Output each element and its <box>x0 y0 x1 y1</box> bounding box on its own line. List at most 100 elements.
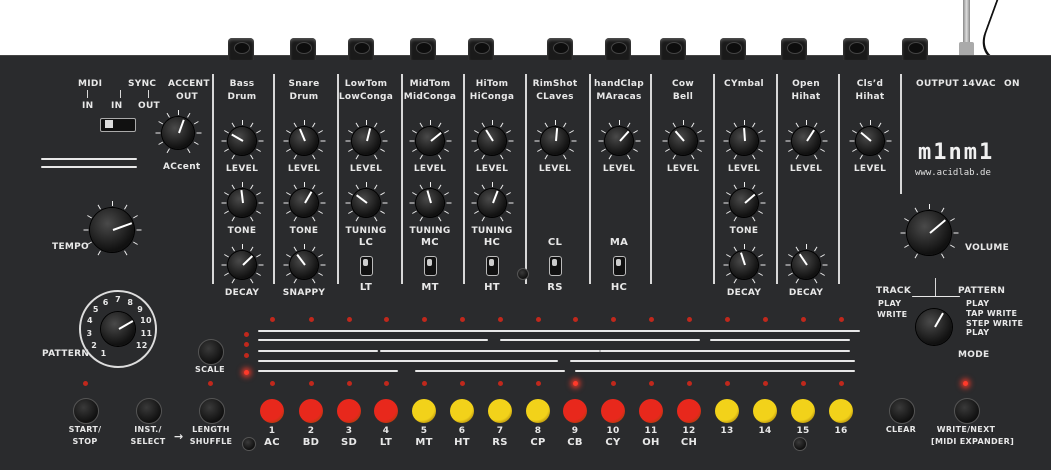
step-led-top <box>763 317 768 322</box>
knob-tick <box>744 120 745 125</box>
channel-name: Cls’d <box>856 79 884 89</box>
knob-tick <box>221 264 227 266</box>
inst-select-button[interactable] <box>136 398 162 424</box>
channel-knob-tuning[interactable] <box>345 182 388 222</box>
channel-knob-tone[interactable] <box>723 182 766 222</box>
channel-knob-level[interactable] <box>598 120 641 160</box>
knob-tick <box>382 202 388 204</box>
step-button-15[interactable] <box>791 399 815 423</box>
knob-label: LEVEL <box>727 164 761 174</box>
channel-knob-decay[interactable] <box>221 244 264 284</box>
channel-knob-level[interactable] <box>723 120 766 160</box>
sequencer-bar <box>500 339 700 341</box>
channel-knob-level[interactable] <box>471 120 514 160</box>
sequencer-bar <box>380 350 600 352</box>
instrument-switch[interactable] <box>424 256 437 276</box>
step-instrument: CB <box>567 437 583 448</box>
step-button-13[interactable] <box>715 399 739 423</box>
sequencer-bar <box>575 370 855 372</box>
switch-bottom-label: LT <box>359 282 373 293</box>
channel-knob-level[interactable] <box>662 120 705 160</box>
channel-knob-level[interactable] <box>283 120 326 160</box>
knob-tick <box>822 140 828 142</box>
knob-tick <box>304 182 305 187</box>
start-stop-button-label: START/ STOP <box>68 425 102 446</box>
knob-tick <box>242 244 243 249</box>
sync-in-label: IN <box>111 101 123 111</box>
channel-divider <box>650 74 652 284</box>
instrument-switch[interactable] <box>486 256 499 276</box>
knob-tick <box>571 140 577 142</box>
step-button-2[interactable] <box>299 399 323 423</box>
channel-name: Open <box>792 79 820 89</box>
step-button-9[interactable] <box>563 399 587 423</box>
channel-knob-level[interactable] <box>409 120 452 160</box>
step-number: 10 <box>606 426 620 436</box>
instrument-switch[interactable] <box>613 256 626 276</box>
step-button-14[interactable] <box>753 399 777 423</box>
sync-switch[interactable] <box>100 118 136 132</box>
knob-tick <box>304 244 305 249</box>
channel-knob-level[interactable] <box>345 120 388 160</box>
instrument-switch[interactable] <box>549 256 562 276</box>
channel-name: MidTom <box>409 79 451 89</box>
midi-bracket <box>87 90 88 98</box>
channel-knob-tuning[interactable] <box>471 182 514 222</box>
step-button-7[interactable] <box>488 399 512 423</box>
step-button-8[interactable] <box>526 399 550 423</box>
pattern-label: PATTERN <box>42 349 90 359</box>
channel-knob-tone[interactable] <box>283 182 326 222</box>
step-button-5[interactable] <box>412 399 436 423</box>
volume-knob[interactable] <box>900 204 959 259</box>
knob-pointer <box>118 320 134 330</box>
channel-knob-snappy[interactable] <box>283 244 326 284</box>
channel-knob-level[interactable] <box>849 120 892 160</box>
pattern-dial-knob[interactable] <box>101 312 135 346</box>
knob-pointer <box>426 190 432 204</box>
channel-knob-decay[interactable] <box>785 244 828 284</box>
step-button-4[interactable] <box>374 399 398 423</box>
mode-label: MODE <box>958 350 990 360</box>
channel-knob-level[interactable] <box>221 120 264 160</box>
brand-url: www.acidlab.de <box>915 168 991 178</box>
channel-knob-level[interactable] <box>785 120 828 160</box>
sequencer-bar <box>258 339 488 341</box>
knob-tick <box>446 140 452 142</box>
step-button-3[interactable] <box>337 399 361 423</box>
channel-name: handClap <box>594 79 644 89</box>
step-button-1[interactable] <box>260 399 284 423</box>
knob-pointer <box>744 193 756 204</box>
step-instrument: CY <box>605 437 621 448</box>
step-number: 14 <box>758 426 772 436</box>
accent-knob[interactable] <box>155 110 202 154</box>
instrument-switch[interactable] <box>360 256 373 276</box>
sequencer-bar <box>258 350 378 352</box>
channel-name: Bass <box>229 79 255 89</box>
channel-knob-level[interactable] <box>534 120 577 160</box>
channel-knob-tuning[interactable] <box>409 182 452 222</box>
knob-tick <box>471 202 477 204</box>
write-next-button[interactable] <box>954 398 980 424</box>
clear-button-label: CLEAR <box>885 425 917 434</box>
scale-button[interactable] <box>198 339 224 365</box>
step-button-10[interactable] <box>601 399 625 423</box>
length-shuffle-button[interactable] <box>199 398 225 424</box>
step-button-6[interactable] <box>450 399 474 423</box>
step-button-11[interactable] <box>639 399 663 423</box>
channel-knob-tone[interactable] <box>221 182 264 222</box>
start-stop-button[interactable] <box>73 398 99 424</box>
channel-knob-decay[interactable] <box>723 244 766 284</box>
step-led <box>347 381 352 386</box>
knob-tick <box>430 120 431 125</box>
pattern-dial[interactable]: 1 2 3 4 5 6 7 8 9 10 11 12 <box>79 290 157 368</box>
mode-knob[interactable] <box>916 309 952 345</box>
knob-tick <box>430 182 431 187</box>
step-button-16[interactable] <box>829 399 853 423</box>
accent-knob-label: ACcent <box>163 162 201 172</box>
tempo-knob[interactable] <box>83 201 142 256</box>
step-button-12[interactable] <box>677 399 701 423</box>
clear-button[interactable] <box>889 398 915 424</box>
step-led-top <box>384 317 389 322</box>
sync-label: SYNC <box>128 79 157 89</box>
volume-label: VOLUME <box>965 243 1010 253</box>
